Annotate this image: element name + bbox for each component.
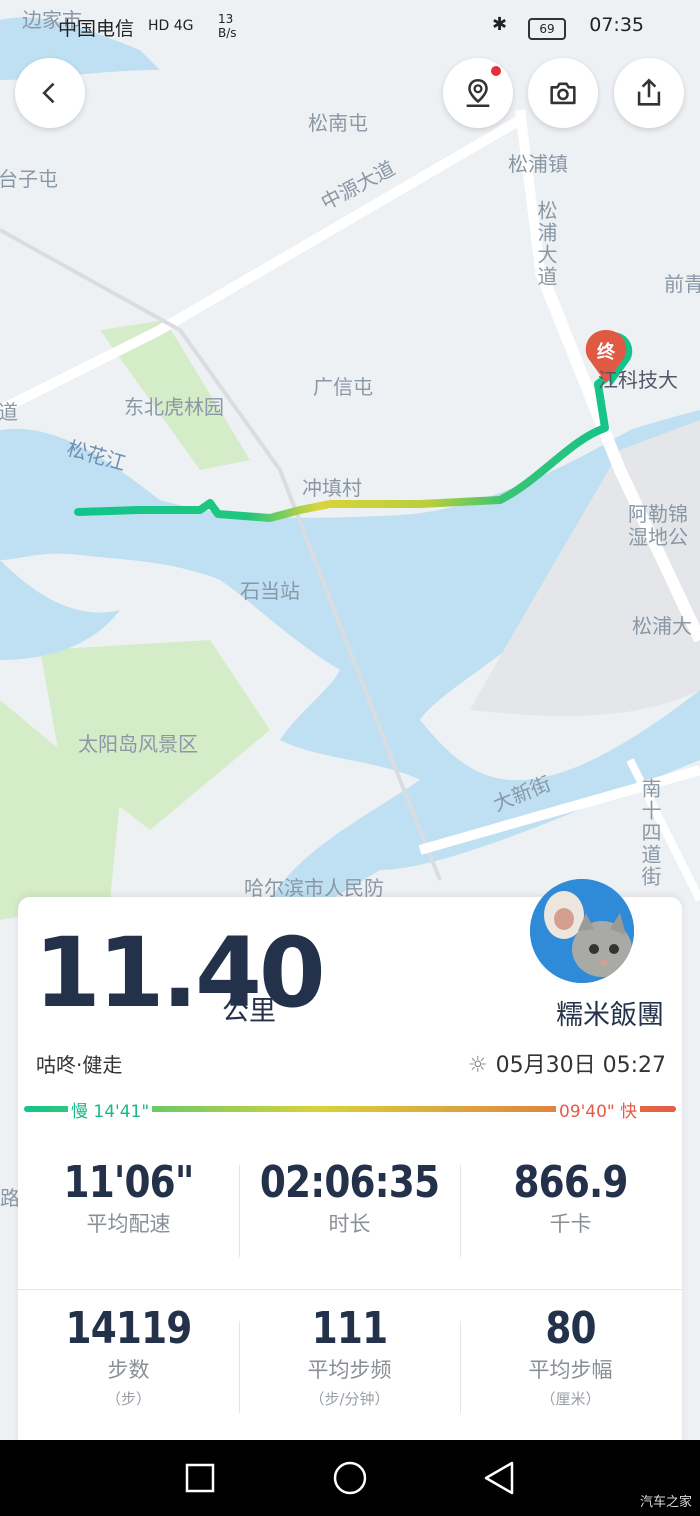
map-label: 石当站 [240, 579, 300, 603]
map-label: 前青 [664, 272, 700, 296]
stat-duration: 02:06:35 时长 [239, 1157, 460, 1238]
end-marker-label: 终 [597, 342, 615, 363]
divider [239, 1321, 240, 1413]
pace-fast-label: 09'40" 快 [556, 1097, 641, 1122]
pace-slow-label: 慢 14'41" [68, 1097, 153, 1122]
stat-label: 千卡 [549, 1212, 592, 1236]
network-speed: 13 B/s [218, 12, 237, 40]
activity-type: 咕咚·健走 [36, 1053, 123, 1077]
status-bar: 中国电信 HD 4G 13 B/s ✱ 69 07:35 [0, 10, 700, 46]
divider [18, 1289, 682, 1290]
username: 糯米飯團 [556, 1000, 664, 1031]
map-label: 松浦大道 [534, 200, 558, 288]
carrier-name: 中国电信 [58, 18, 135, 40]
divider [460, 1321, 461, 1413]
network-indicator: HD 4G [148, 18, 194, 34]
location-pin-icon [466, 78, 490, 108]
map-label: 道 [0, 400, 18, 424]
stat-value: 14119 [65, 1303, 193, 1354]
stat-calories: 866.9 千卡 [460, 1157, 681, 1238]
stat-value: 80 [545, 1303, 596, 1354]
recent-apps-button[interactable] [184, 1462, 216, 1494]
bluetooth-icon: ✱ [492, 14, 508, 35]
datetime-text: 05月30日 05:27 [495, 1053, 666, 1078]
stat-label: 平均步频 [307, 1358, 392, 1382]
map-label: 松浦镇 [508, 152, 568, 176]
stat-label: 平均配速 [86, 1212, 171, 1236]
divider [239, 1165, 240, 1257]
map-label: 冲填村 [302, 476, 362, 500]
avatar[interactable] [530, 879, 634, 983]
watermark: 汽车之家 [639, 1495, 692, 1510]
map-label: 南十四道街 [638, 778, 662, 888]
clock: 07:35 [589, 14, 644, 36]
map-label: 广信屯 [313, 375, 373, 399]
stat-unit: （步） [105, 1390, 151, 1408]
back-button[interactable] [15, 58, 85, 128]
notification-dot [491, 66, 501, 76]
map-label: 湿地公 [628, 525, 688, 549]
share-button[interactable] [614, 58, 684, 128]
map-label: 松南屯 [308, 111, 368, 135]
map-label: 松浦大 [632, 614, 692, 638]
map-label: 东北虎林园 [124, 395, 224, 419]
camera-icon [550, 82, 576, 105]
stat-value: 866.9 [513, 1157, 628, 1208]
system-nav-bar: 汽车之家 [0, 1440, 700, 1516]
map-label: 太阳岛风景区 [78, 732, 198, 756]
location-button[interactable] [443, 58, 513, 128]
camera-button[interactable] [528, 58, 598, 128]
stat-unit: （厘米） [540, 1390, 601, 1408]
map-label: 江科技大 [598, 368, 678, 392]
stat-steps: 14119 步数 （步） [18, 1303, 239, 1409]
stat-label: 步数 [107, 1358, 150, 1382]
battery-indicator: 69 [528, 18, 566, 40]
stat-avg-pace: 11'06" 平均配速 [18, 1157, 239, 1238]
activity-datetime: ☼ 05月30日 05:27 [468, 1047, 666, 1079]
stat-stride: 80 平均步幅 （厘米） [460, 1303, 681, 1409]
distance-unit: 公里 [222, 996, 276, 1027]
share-icon [637, 78, 661, 106]
stat-label: 时长 [328, 1212, 371, 1236]
stat-value: 111 [311, 1303, 388, 1354]
stat-label: 平均步幅 [528, 1358, 613, 1382]
map-label: 台子屯 [0, 167, 58, 191]
stat-unit: （步/分钟） [309, 1390, 390, 1408]
home-button[interactable] [332, 1460, 368, 1496]
stat-cadence: 111 平均步频 （步/分钟） [239, 1303, 460, 1409]
distance-value: 11.40 [34, 917, 326, 1029]
cat-avatar-image [530, 879, 634, 983]
sun-icon: ☼ [467, 1053, 488, 1078]
divider [460, 1165, 461, 1257]
chevron-left-icon [42, 82, 55, 104]
back-nav-button[interactable] [482, 1460, 516, 1496]
summary-card: 11.40 公里 糯米飯團 咕咚·健走 ☼ 05月30日 05:27 慢 14'… [18, 879, 682, 1457]
stat-value: 02:06:35 [259, 1157, 440, 1208]
stat-value: 11'06" [63, 1157, 195, 1208]
map-label: 路 [0, 1186, 20, 1210]
